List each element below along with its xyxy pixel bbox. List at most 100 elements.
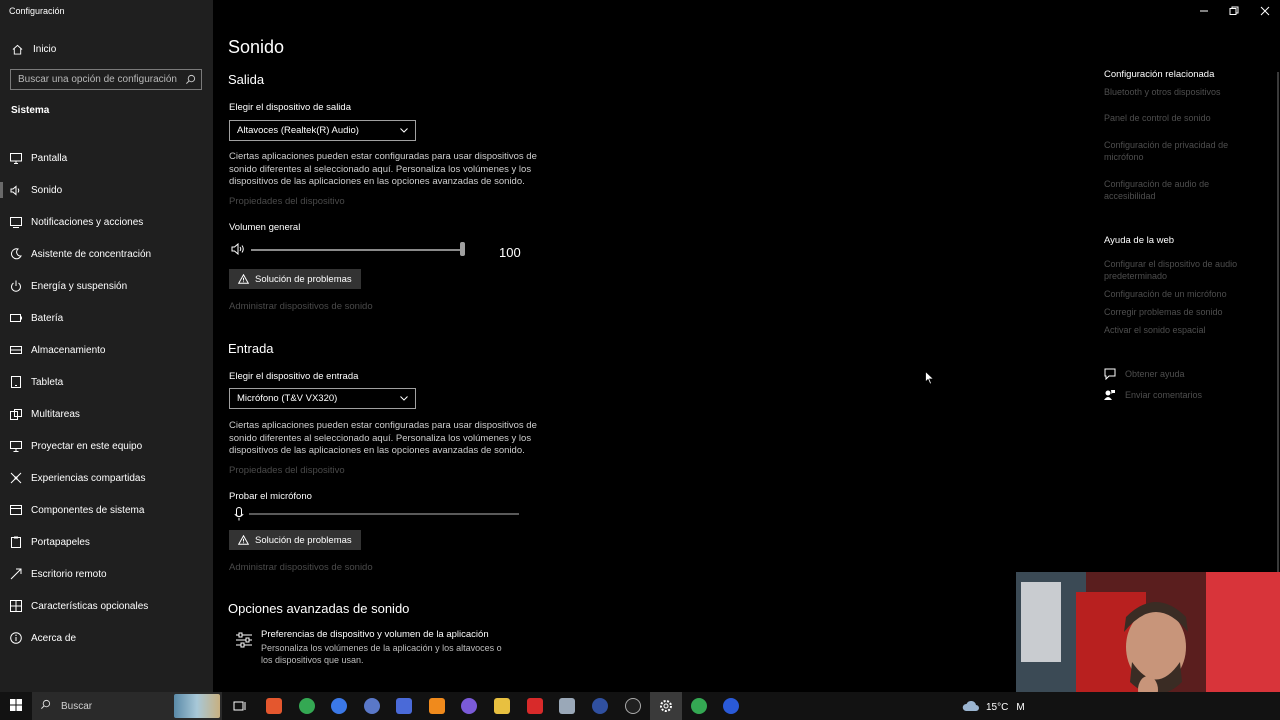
- sidebar-item-componentes[interactable]: Componentes de sistema: [0, 494, 213, 526]
- output-properties-link[interactable]: Propiedades del dispositivo: [229, 196, 345, 207]
- clipboard-icon: [9, 535, 23, 549]
- settings-search-box[interactable]: [10, 69, 202, 90]
- photoshop-icon[interactable]: [396, 698, 412, 714]
- section-title: Sistema: [11, 105, 50, 116]
- nav-home[interactable]: Inicio: [0, 40, 213, 58]
- sidebar-item-sonido[interactable]: Sonido: [0, 174, 213, 206]
- input-device-dropdown[interactable]: Micrófono (T&V VX320): [229, 388, 416, 409]
- output-device-dropdown[interactable]: Altavoces (Realtek(R) Audio): [229, 120, 416, 141]
- file-explorer-icon[interactable]: [494, 698, 510, 714]
- web-help-link-default-device[interactable]: Configurar el dispositivo de audio prede…: [1104, 258, 1254, 282]
- app-icon-q[interactable]: [592, 698, 608, 714]
- output-manage-devices-link[interactable]: Administrar dispositivos de sonido: [229, 301, 373, 312]
- sidebar-item-tableta[interactable]: Tableta: [0, 366, 213, 398]
- sidebar-item-label: Pantalla: [31, 152, 68, 164]
- sidebar-item-label: Batería: [31, 312, 64, 324]
- web-help-link-spatial-sound[interactable]: Activar el sonido espacial: [1104, 324, 1254, 336]
- taskbar-search[interactable]: Buscar: [32, 692, 222, 720]
- input-manage-devices-link[interactable]: Administrar dispositivos de sonido: [229, 562, 373, 573]
- sidebar-item-escritorio-remoto[interactable]: Escritorio remoto: [0, 558, 213, 590]
- volume-slider-fill: [251, 249, 463, 251]
- sidebar-item-experiencias[interactable]: Experiencias compartidas: [0, 462, 213, 494]
- troubleshoot-label: Solución de problemas: [255, 534, 352, 546]
- nav-home-label: Inicio: [33, 43, 57, 55]
- sidebar: Configuración Inicio Sistema Pantalla So…: [0, 0, 213, 692]
- app-icon-red[interactable]: [527, 698, 543, 714]
- weather-widget[interactable]: 15°C M: [962, 700, 1025, 715]
- sidebar-item-multitareas[interactable]: Multitareas: [0, 398, 213, 430]
- related-link-accessibility-audio[interactable]: Configuración de audio de accesibilidad: [1104, 178, 1254, 202]
- weather-extra: M: [1016, 702, 1025, 713]
- sidebar-item-label: Acerca de: [31, 632, 77, 644]
- start-button[interactable]: [0, 692, 32, 720]
- output-device-label: Elegir el dispositivo de salida: [229, 102, 351, 113]
- monitor-icon: [9, 151, 23, 165]
- volume-label: Volumen general: [229, 222, 301, 233]
- get-help-link[interactable]: Obtener ayuda: [1104, 368, 1185, 380]
- send-feedback-link[interactable]: Enviar comentarios: [1104, 389, 1202, 401]
- warning-icon: [238, 274, 249, 284]
- sidebar-item-almacenamiento[interactable]: Almacenamiento: [0, 334, 213, 366]
- chrome-icon[interactable]: [299, 698, 315, 714]
- chrome-profile-icon[interactable]: [691, 698, 707, 714]
- sidebar-item-portapapeles[interactable]: Portapapeles: [0, 526, 213, 558]
- taskbar: Buscar 15°C M: [0, 692, 1280, 720]
- help-chat-icon: [1104, 368, 1118, 380]
- app-volume-preferences-title: Preferencias de dispositivo y volumen de…: [261, 629, 489, 640]
- app-icon-blue-g[interactable]: [331, 698, 347, 714]
- speaker-icon: [9, 183, 23, 197]
- scrollbar[interactable]: [1277, 72, 1279, 602]
- sidebar-item-label: Portapapeles: [31, 536, 90, 548]
- output-heading: Salida: [228, 72, 265, 87]
- output-troubleshoot-button[interactable]: Solución de problemas: [229, 269, 361, 289]
- sliders-icon: [235, 629, 261, 666]
- app-icon-clock[interactable]: [625, 698, 641, 714]
- app-icon-blue-circle[interactable]: [364, 698, 380, 714]
- send-feedback-label: Enviar comentarios: [1125, 390, 1203, 400]
- related-link-bluetooth[interactable]: Bluetooth y otros dispositivos: [1104, 86, 1254, 98]
- web-help-link-fix-sound[interactable]: Corregir problemas de sonido: [1104, 306, 1254, 318]
- vlc-icon[interactable]: [429, 698, 445, 714]
- settings-gear-icon[interactable]: [658, 698, 674, 717]
- input-description: Ciertas aplicaciones pueden estar config…: [229, 420, 537, 456]
- battery-icon: [9, 311, 23, 325]
- search-icon[interactable]: [185, 74, 196, 88]
- volume-slider-thumb[interactable]: [460, 242, 465, 256]
- sidebar-item-energia[interactable]: Energía y suspensión: [0, 270, 213, 302]
- microphone-icon: [234, 507, 244, 524]
- taskbar-search-label: Buscar: [61, 700, 93, 712]
- page-title: Sonido: [228, 37, 285, 57]
- sidebar-item-concentracion[interactable]: Asistente de concentración: [0, 238, 213, 270]
- volume-slider-track[interactable]: [251, 249, 463, 251]
- app-icon-gray[interactable]: [559, 698, 575, 714]
- notification-icon: [9, 215, 23, 229]
- brave-browser-icon[interactable]: [266, 698, 282, 714]
- volume-value: 100: [499, 245, 521, 260]
- sidebar-item-label: Energía y suspensión: [31, 280, 128, 292]
- chevron-down-icon: [399, 393, 409, 406]
- related-link-sound-control-panel[interactable]: Panel de control de sonido: [1104, 112, 1254, 124]
- sidebar-item-bateria[interactable]: Batería: [0, 302, 213, 334]
- get-help-label: Obtener ayuda: [1125, 369, 1185, 379]
- related-link-mic-privacy[interactable]: Configuración de privacidad de micrófono: [1104, 139, 1254, 163]
- sidebar-item-acerca-de[interactable]: Acerca de: [0, 622, 213, 654]
- sidebar-item-caracteristicas[interactable]: Características opcionales: [0, 590, 213, 622]
- sidebar-item-proyectar[interactable]: Proyectar en este equipo: [0, 430, 213, 462]
- task-view-icon[interactable]: [233, 699, 247, 716]
- web-help-link-microphone-setup[interactable]: Configuración de un micrófono: [1104, 288, 1254, 300]
- sidebar-item-notificaciones[interactable]: Notificaciones y acciones: [0, 206, 213, 238]
- sidebar-item-pantalla[interactable]: Pantalla: [0, 142, 213, 174]
- sidebar-item-label: Multitareas: [31, 408, 80, 420]
- speaker-volume-icon[interactable]: [231, 242, 245, 258]
- ea-app-icon[interactable]: [723, 698, 739, 714]
- app-icon-purple[interactable]: [461, 698, 477, 714]
- sidebar-item-label: Asistente de concentración: [31, 248, 152, 260]
- app-volume-preferences-item[interactable]: Preferencias de dispositivo y volumen de…: [235, 629, 511, 666]
- input-troubleshoot-button[interactable]: Solución de problemas: [229, 530, 361, 550]
- output-description: Ciertas aplicaciones pueden estar config…: [229, 151, 537, 187]
- input-properties-link[interactable]: Propiedades del dispositivo: [229, 465, 345, 476]
- settings-search-input[interactable]: [18, 74, 178, 85]
- web-help-heading: Ayuda de la web: [1104, 235, 1175, 246]
- multitask-icon: [9, 407, 23, 421]
- troubleshoot-label: Solución de problemas: [255, 273, 352, 285]
